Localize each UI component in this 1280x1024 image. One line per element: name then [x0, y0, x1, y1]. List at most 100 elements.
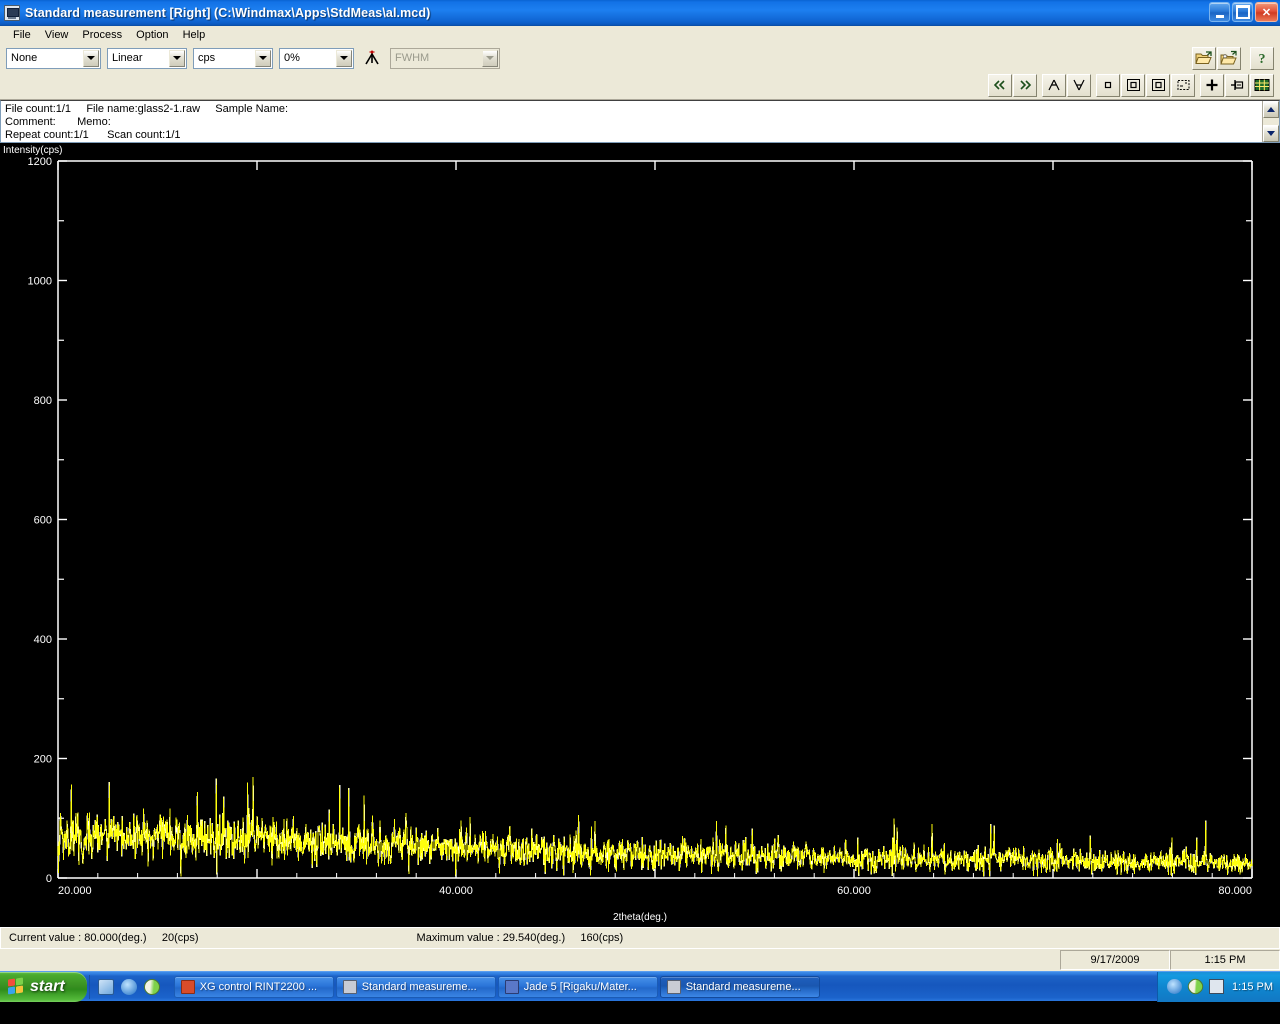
flag-marker-button[interactable]: [1225, 73, 1249, 97]
close-button[interactable]: ✕: [1255, 2, 1278, 22]
taskbar-item-standard-measurement-2[interactable]: Standard measureme...: [659, 975, 820, 998]
data-table-button[interactable]: [1250, 73, 1274, 97]
media-player-icon[interactable]: [140, 975, 163, 998]
toolbar-row-navigation: [0, 72, 1280, 98]
peak-search-button[interactable]: [360, 46, 384, 70]
menu-item-option[interactable]: Option: [129, 28, 175, 42]
chevron-down-icon[interactable]: [169, 49, 185, 67]
start-button[interactable]: start: [0, 971, 87, 1002]
standard-measurement-icon: [666, 979, 681, 994]
taskbar-item-label: Standard measureme...: [685, 980, 801, 993]
peak-down-button[interactable]: [1067, 73, 1091, 97]
svg-text:0: 0: [46, 873, 52, 885]
xrd-plot-area[interactable]: Intensity(cps) 0 200 400 600 800 1000 1200 20.0…: [0, 143, 1280, 927]
percent-select-value: 0%: [284, 52, 300, 64]
peak-up-button[interactable]: [1042, 73, 1066, 97]
window-title: Standard measurement [Right] (C:\Windmax…: [25, 5, 431, 20]
smoothing-select-value: None: [11, 52, 38, 64]
peak-down-icon: [1073, 79, 1085, 91]
svg-text:1000: 1000: [28, 276, 52, 288]
tray-clock[interactable]: 1:15 PM: [1232, 981, 1273, 993]
flag-marker-icon: [1231, 80, 1244, 90]
chevron-down-icon: [482, 49, 498, 67]
chevron-down-icon[interactable]: [255, 49, 271, 67]
window-title-bar[interactable]: Standard measurement [Right] (C:\Windmax…: [0, 0, 1280, 26]
grid-table-icon: [1254, 79, 1270, 91]
taskbar-item-jade5[interactable]: Jade 5 [Rigaku/Mater...: [497, 975, 658, 998]
menu-item-help[interactable]: Help: [176, 28, 213, 42]
smoothing-select[interactable]: None: [6, 47, 101, 69]
framed-square-icon: [1126, 79, 1140, 91]
fwhm-select: FWHM: [390, 47, 500, 69]
scale-select[interactable]: Linear: [107, 47, 187, 69]
fwhm-select-value: FWHM: [395, 52, 430, 64]
status-date: 9/17/2009: [1060, 950, 1170, 970]
jade5-icon: [504, 979, 519, 994]
scroll-left-button[interactable]: [988, 73, 1012, 97]
small-square-icon: [1104, 81, 1112, 89]
status-current-value: Current value : 80.000(deg.) 20(cps): [9, 932, 199, 944]
svg-text:1200: 1200: [28, 156, 52, 168]
help-button[interactable]: ?: [1250, 46, 1274, 70]
taskbar-item-label: Standard measureme...: [361, 980, 477, 993]
svg-text:80.000: 80.000: [1218, 885, 1252, 897]
xrd-chart: 0 200 400 600 800 1000 1200 20.000 40.000 60.000 8…: [28, 156, 1253, 897]
measurement-app-icon: [4, 4, 20, 21]
scroll-up-arrow[interactable]: [1263, 101, 1279, 118]
network-shield-icon[interactable]: [1167, 979, 1183, 994]
zoom-select-button[interactable]: [1146, 73, 1170, 97]
svg-text:60.000: 60.000: [837, 885, 871, 897]
scroll-down-arrow[interactable]: [1263, 125, 1279, 142]
toolbar-area: None Linear cps 0% FWHM ?: [0, 44, 1280, 100]
svg-text:600: 600: [34, 515, 52, 527]
measurement-info-panel: File count:1/1 File name:glass2-1.raw Sa…: [0, 100, 1280, 143]
svg-text:?: ?: [1259, 52, 1266, 66]
double-chevron-right-icon: [1020, 80, 1032, 90]
maximize-button[interactable]: [1232, 2, 1253, 22]
menu-item-process[interactable]: Process: [75, 28, 129, 42]
marquee-button[interactable]: [1171, 73, 1195, 97]
show-desktop-icon[interactable]: [97, 978, 114, 995]
info-line-counts: Repeat count:1/1 Scan count:1/1: [5, 129, 181, 141]
start-button-label: start: [30, 977, 65, 995]
menu-item-file[interactable]: File: [6, 28, 38, 42]
info-line-file: File count:1/1 File name:glass2-1.raw Sa…: [5, 103, 289, 115]
minimize-button[interactable]: [1209, 2, 1230, 22]
framed-square-active-icon: [1151, 79, 1165, 91]
windows-taskbar: start XG control RINT2200 ... Standard m…: [0, 971, 1280, 1002]
zoom-box-button[interactable]: [1121, 73, 1145, 97]
chevron-down-icon[interactable]: [83, 49, 99, 67]
toolbar-file-buttons: ?: [1192, 46, 1274, 70]
taskbar-item-xg-control[interactable]: XG control RINT2200 ...: [173, 975, 334, 998]
menu-item-view[interactable]: View: [38, 28, 76, 42]
svg-text:20.000: 20.000: [58, 885, 92, 897]
status-maximum-value: Maximum value : 29.540(deg.) 160(cps): [416, 932, 624, 944]
toolbar-nav-buttons: [988, 73, 1274, 97]
taskbar-item-standard-measurement-1[interactable]: Standard measureme...: [335, 975, 496, 998]
peak-icon: [365, 50, 379, 65]
open-folder-star-icon: [1220, 50, 1237, 65]
taskbar-item-label: Jade 5 [Rigaku/Mater...: [523, 980, 637, 993]
media-pill-icon[interactable]: [1184, 975, 1207, 998]
internet-explorer-icon[interactable]: [120, 978, 137, 995]
unit-select[interactable]: cps: [193, 47, 273, 69]
open-overlay-button[interactable]: [1217, 46, 1241, 70]
info-panel-scrollbar[interactable]: [1262, 101, 1279, 142]
open-folder-icon: [1195, 51, 1212, 64]
svg-text:200: 200: [34, 754, 52, 766]
double-chevron-left-icon: [993, 80, 1005, 90]
open-file-button[interactable]: [1192, 46, 1216, 70]
scale-select-value: Linear: [112, 52, 143, 64]
svg-text:800: 800: [34, 395, 52, 407]
scroll-right-button[interactable]: [1013, 73, 1037, 97]
percent-select[interactable]: 0%: [279, 47, 354, 69]
standard-measurement-icon: [342, 979, 357, 994]
chevron-down-icon[interactable]: [336, 49, 352, 67]
crosshair-button[interactable]: [1200, 73, 1224, 97]
status-time: 1:15 PM: [1170, 950, 1280, 970]
zoom-fit-button[interactable]: [1096, 73, 1120, 97]
plus-icon: [1206, 79, 1218, 91]
measurement-tray-icon[interactable]: [1209, 979, 1225, 994]
status-bar: Current value : 80.000(deg.) 20(cps) Max…: [0, 927, 1280, 949]
info-line-comment: Comment: Memo:: [5, 116, 111, 128]
